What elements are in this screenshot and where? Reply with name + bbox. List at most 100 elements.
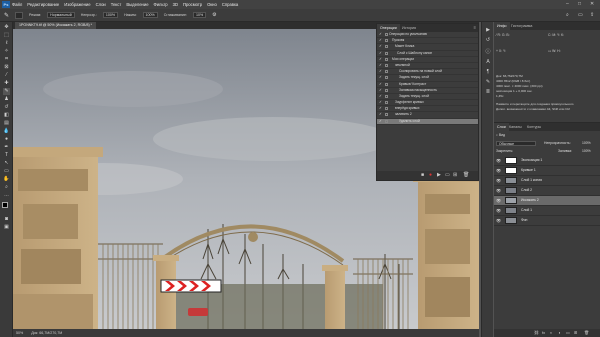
- brush-tool-icon[interactable]: ✎: [3, 88, 10, 95]
- type-tool-icon[interactable]: T: [3, 152, 10, 159]
- tab-histogram[interactable]: Гистограмма: [508, 22, 535, 30]
- zoom-level[interactable]: 50%: [16, 331, 23, 335]
- action-row[interactable]: ✓ Удалить слой: [377, 118, 478, 125]
- quick-select-tool-icon[interactable]: ✧: [3, 48, 10, 55]
- dialog-toggle-icon[interactable]: [385, 88, 388, 92]
- mask-icon[interactable]: ◐: [550, 330, 552, 335]
- dialog-toggle-icon[interactable]: [385, 101, 388, 105]
- menu-filter[interactable]: Фильтр: [154, 2, 168, 7]
- eraser-tool-icon[interactable]: ◧: [3, 112, 10, 119]
- checkmark-icon[interactable]: ✓: [379, 63, 382, 69]
- minimize-icon[interactable]: –: [566, 1, 569, 7]
- adjustment-icon[interactable]: ◑: [558, 330, 560, 335]
- dialog-toggle-icon[interactable]: [385, 33, 388, 36]
- smoothing-field[interactable]: 10%: [192, 12, 207, 18]
- move-tool-icon[interactable]: ✥: [3, 24, 10, 31]
- dialog-toggle-icon[interactable]: [385, 94, 388, 98]
- dialog-toggle-icon[interactable]: [385, 107, 388, 111]
- share-icon[interactable]: ⇪: [590, 12, 594, 18]
- visibility-eye-icon[interactable]: 👁: [496, 178, 501, 183]
- quick-mask-icon[interactable]: ◙: [3, 216, 10, 223]
- visibility-eye-icon[interactable]: 👁: [496, 158, 501, 163]
- dialog-toggle-icon[interactable]: [385, 45, 388, 49]
- layer-opacity-field[interactable]: 100%: [582, 141, 591, 145]
- dialog-toggle-icon[interactable]: [385, 113, 388, 117]
- character-dock-icon[interactable]: A: [484, 58, 492, 66]
- menu-file[interactable]: Файл: [12, 2, 22, 7]
- hand-tool-icon[interactable]: ✋: [3, 176, 10, 183]
- layer-row[interactable]: 👁 Фон: [494, 216, 600, 226]
- dialog-toggle-icon[interactable]: [385, 57, 388, 61]
- layer-row[interactable]: 👁 Искажать 2: [494, 196, 600, 206]
- screen-mode-icon[interactable]: ▣: [3, 224, 10, 231]
- settings-gear-icon[interactable]: ⚙: [212, 12, 216, 18]
- checkmark-icon[interactable]: ✓: [379, 57, 382, 63]
- dialog-toggle-icon[interactable]: [385, 51, 388, 55]
- search-icon[interactable]: ⌕: [566, 12, 569, 18]
- link-icon[interactable]: ⛓: [534, 330, 539, 335]
- crop-tool-icon[interactable]: ⌗: [3, 56, 10, 63]
- history-brush-tool-icon[interactable]: ↺: [3, 104, 10, 111]
- new-set-icon[interactable]: ▭: [445, 172, 450, 178]
- flow-field[interactable]: 100%: [142, 12, 158, 18]
- tab-channels[interactable]: Каналы: [506, 123, 525, 131]
- group-icon[interactable]: ▭: [566, 330, 570, 335]
- checkmark-icon[interactable]: ✓: [379, 51, 382, 57]
- pen-tool-icon[interactable]: ✒: [3, 144, 10, 151]
- workspace-icon[interactable]: ▭: [578, 12, 583, 18]
- checkmark-icon[interactable]: ✓: [379, 94, 382, 100]
- healing-brush-tool-icon[interactable]: ✚: [3, 80, 10, 87]
- delete-icon[interactable]: 🗑: [463, 172, 469, 178]
- frame-tool-icon[interactable]: ⊠: [3, 64, 10, 71]
- checkmark-icon[interactable]: ✓: [379, 112, 382, 118]
- tab-actions[interactable]: Операции: [377, 24, 400, 32]
- blend-mode-select[interactable]: Обычные: [496, 141, 536, 146]
- path-select-tool-icon[interactable]: ↖: [3, 160, 10, 167]
- play-dock-icon[interactable]: ▶: [484, 26, 492, 34]
- dialog-toggle-icon[interactable]: [385, 63, 388, 67]
- checkmark-icon[interactable]: ✓: [379, 119, 382, 125]
- foreground-color-swatch[interactable]: [2, 202, 8, 208]
- play-icon[interactable]: ▶: [437, 172, 441, 178]
- brush-tool-icon[interactable]: ✎: [4, 12, 9, 19]
- checkmark-icon[interactable]: ✓: [379, 82, 382, 88]
- dialog-toggle-icon[interactable]: [385, 82, 388, 86]
- trash-icon[interactable]: 🗑: [584, 330, 589, 335]
- tab-paths[interactable]: Контуры: [524, 123, 544, 131]
- info-dock-icon[interactable]: ⓘ: [484, 48, 492, 56]
- panel-menu-icon[interactable]: ≡: [474, 25, 476, 30]
- checkmark-icon[interactable]: ✓: [379, 69, 382, 75]
- menu-window[interactable]: Окно: [207, 2, 217, 7]
- opacity-field[interactable]: 100%: [102, 12, 119, 18]
- new-action-icon[interactable]: ⊞: [453, 172, 457, 178]
- brush-preset-picker[interactable]: [15, 11, 24, 19]
- record-icon[interactable]: ●: [429, 172, 432, 178]
- menu-image[interactable]: Изображение: [64, 2, 90, 7]
- menu-view[interactable]: Просмотр: [183, 2, 202, 7]
- visibility-eye-icon[interactable]: 👁: [496, 198, 501, 203]
- checkmark-icon[interactable]: ✓: [379, 88, 382, 94]
- mode-select[interactable]: Нормальный: [47, 12, 75, 18]
- close-icon[interactable]: ✕: [590, 1, 594, 7]
- lasso-tool-icon[interactable]: ℓ: [3, 40, 10, 47]
- checkmark-icon[interactable]: ✓: [379, 106, 382, 112]
- zoom-tool-icon[interactable]: ⌕: [3, 184, 10, 191]
- visibility-eye-icon[interactable]: 👁: [496, 208, 501, 213]
- dodge-tool-icon[interactable]: ●: [3, 136, 10, 143]
- eyedropper-tool-icon[interactable]: ⁄: [3, 72, 10, 79]
- menu-type[interactable]: Текст: [111, 2, 122, 7]
- menu-help[interactable]: Справка: [222, 2, 238, 7]
- dialog-toggle-icon[interactable]: [385, 119, 388, 123]
- properties-dock-icon[interactable]: ≣: [484, 88, 492, 96]
- layer-row[interactable]: 👁 Слой 1: [494, 206, 600, 216]
- stop-icon[interactable]: ■: [421, 172, 424, 178]
- shape-tool-icon[interactable]: ▭: [3, 168, 10, 175]
- layer-row[interactable]: 👁 Экспозиция 1: [494, 156, 600, 166]
- checkmark-icon[interactable]: ✓: [379, 100, 382, 106]
- menu-edit[interactable]: Редактирование: [27, 2, 59, 7]
- fill-field[interactable]: 100%: [582, 149, 591, 153]
- fx-icon[interactable]: fx: [542, 330, 545, 335]
- visibility-eye-icon[interactable]: 👁: [496, 218, 501, 223]
- dialog-toggle-icon[interactable]: [385, 39, 388, 43]
- filter-kind[interactable]: ⌕ Вид: [496, 133, 505, 137]
